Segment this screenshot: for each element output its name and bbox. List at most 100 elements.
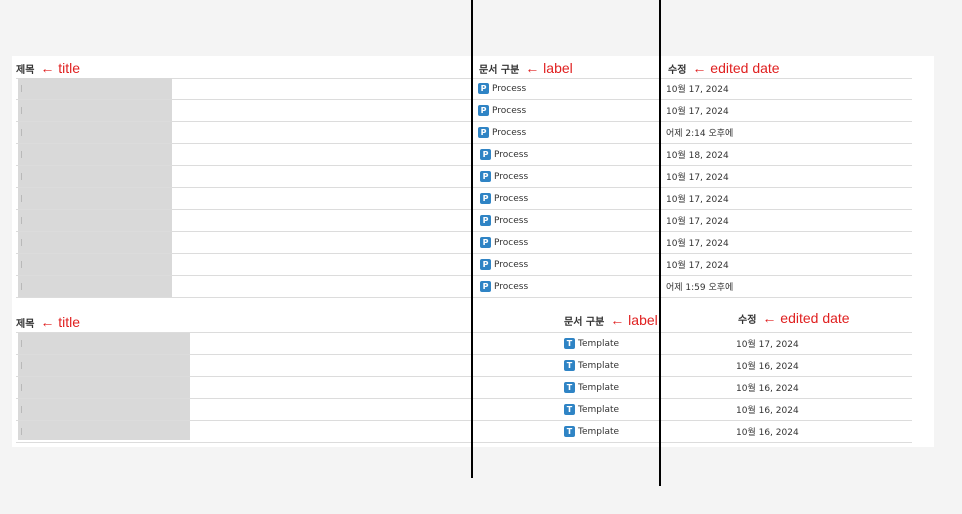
title-annotation: ← title [40, 60, 81, 76]
edited-cell: 10월 17, 2024 [666, 217, 729, 227]
label-column-header[interactable]: 문서 구분 ← label [479, 60, 573, 76]
label-cell: P Process [478, 100, 526, 121]
row-marker [21, 151, 22, 158]
label-text: Process [494, 171, 529, 182]
table-row[interactable]: T Template 10월 16, 2024 [16, 421, 912, 443]
edited-cell: 10월 16, 2024 [736, 384, 799, 394]
table-row[interactable]: T Template 10월 17, 2024 [16, 333, 912, 355]
label-annotation: ← label [525, 60, 573, 76]
process-badge-icon: P [480, 237, 491, 248]
row-marker [21, 195, 22, 202]
table-row[interactable]: P Process 어제 2:14 오후에 [16, 122, 912, 144]
process-badge-icon: P [478, 127, 489, 138]
edited-annotation: ← edited date [762, 310, 850, 326]
table-row[interactable]: T Template 10월 16, 2024 [16, 377, 912, 399]
edited-header-label: 수정 [738, 315, 757, 326]
table-row[interactable]: P Process 10월 17, 2024 [16, 166, 912, 188]
label-text: Template [578, 426, 620, 437]
edited-cell: 10월 17, 2024 [666, 261, 729, 271]
label-text: Template [578, 360, 620, 371]
label-cell: P Process [478, 78, 526, 99]
label-text: Template [578, 338, 620, 349]
process-badge-icon: P [480, 193, 491, 204]
label-text: Template [578, 404, 620, 415]
title-header-label: 제목 [16, 65, 35, 76]
row-marker [21, 428, 22, 435]
template-badge-icon: T [564, 404, 575, 415]
label-text: Process [492, 83, 527, 94]
table-header: 제목 ← title 문서 구분 ← label 수정 ← edited dat… [16, 58, 912, 79]
edited-cell: 10월 17, 2024 [736, 340, 799, 350]
label-cell: T Template [564, 421, 619, 442]
process-badge-icon: P [480, 171, 491, 182]
table-row[interactable]: P Process 10월 18, 2024 [16, 144, 912, 166]
document-list-panel: 제목 ← title 문서 구분 ← label 수정 ← edited dat… [12, 56, 934, 447]
label-annotation: ← label [610, 312, 658, 328]
label-cell: T Template [564, 355, 619, 376]
row-marker [21, 173, 22, 180]
title-annotation: ← title [40, 314, 81, 330]
title-column-header[interactable]: 제목 ← title [16, 314, 80, 330]
table-row[interactable]: P Process 어제 1:59 오후에 [16, 276, 912, 298]
label-header-label: 문서 구분 [564, 317, 605, 328]
row-marker [21, 239, 22, 246]
label-text: Process [494, 237, 529, 248]
template-badge-icon: T [564, 382, 575, 393]
table-row[interactable]: P Process 10월 17, 2024 [16, 232, 912, 254]
process-badge-icon: P [478, 83, 489, 94]
table-row[interactable]: P Process 10월 17, 2024 [16, 254, 912, 276]
edited-cell: 10월 16, 2024 [736, 428, 799, 438]
label-cell: T Template [564, 377, 619, 398]
label-text: Process [494, 281, 529, 292]
label-text: Process [494, 149, 529, 160]
process-badge-icon: P [480, 149, 491, 160]
row-marker [21, 362, 22, 369]
edited-header-label: 수정 [668, 65, 687, 76]
label-cell: P Process [478, 122, 526, 143]
label-text: Process [494, 215, 529, 226]
label-text: Process [494, 259, 529, 270]
row-marker [21, 340, 22, 347]
table-row[interactable]: T Template 10월 16, 2024 [16, 355, 912, 377]
title-column-header[interactable]: 제목 ← title [16, 60, 80, 76]
label-cell: P Process [480, 276, 528, 297]
edited-column-header[interactable]: 수정 ← edited date [668, 60, 780, 76]
table-row[interactable]: P Process 10월 17, 2024 [16, 210, 912, 232]
label-text: Process [492, 127, 527, 138]
process-badge-icon: P [480, 259, 491, 270]
row-marker [21, 217, 22, 224]
label-text: Process [494, 193, 529, 204]
label-cell: P Process [480, 232, 528, 253]
process-badge-icon: P [480, 281, 491, 292]
edited-cell: 어제 1:59 오후에 [666, 283, 734, 293]
page: 제목 ← title 문서 구분 ← label 수정 ← edited dat… [0, 0, 962, 514]
label-header-label: 문서 구분 [479, 65, 520, 76]
row-marker [21, 406, 22, 413]
label-cell: T Template [564, 399, 619, 420]
table-row[interactable]: P Process 10월 17, 2024 [16, 100, 912, 122]
column-divider-line [471, 0, 473, 478]
label-cell: P Process [480, 254, 528, 275]
edited-cell: 10월 17, 2024 [666, 173, 729, 183]
edited-cell: 어제 2:14 오후에 [666, 129, 734, 139]
template-badge-icon: T [564, 426, 575, 437]
label-cell: P Process [480, 144, 528, 165]
label-text: Process [492, 105, 527, 116]
template-badge-icon: T [564, 360, 575, 371]
edited-cell: 10월 16, 2024 [736, 406, 799, 416]
edited-annotation: ← edited date [692, 60, 780, 76]
process-badge-icon: P [480, 215, 491, 226]
label-column-header[interactable]: 문서 구분 ← label [564, 312, 658, 328]
edited-cell: 10월 17, 2024 [666, 239, 729, 249]
table-row[interactable]: T Template 10월 16, 2024 [16, 399, 912, 421]
row-marker [21, 283, 22, 290]
label-cell: P Process [480, 188, 528, 209]
column-divider-line [659, 0, 661, 486]
template-badge-icon: T [564, 338, 575, 349]
edited-column-header[interactable]: 수정 ← edited date [738, 310, 850, 326]
title-header-label: 제목 [16, 319, 35, 330]
row-marker [21, 129, 22, 136]
row-marker [21, 261, 22, 268]
table-row[interactable]: P Process 10월 17, 2024 [16, 78, 912, 100]
table-row[interactable]: P Process 10월 17, 2024 [16, 188, 912, 210]
